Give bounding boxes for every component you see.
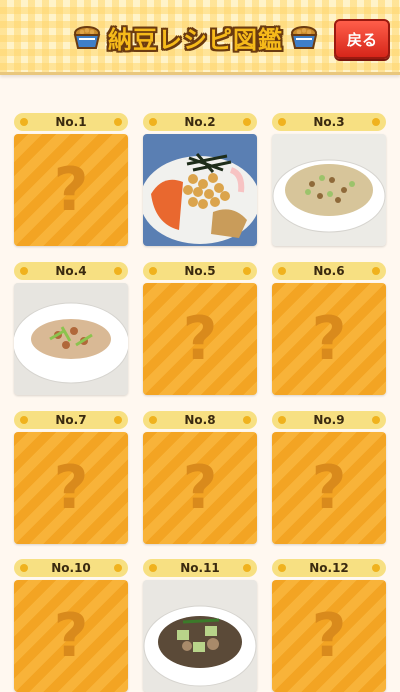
locked-tile[interactable]: ? <box>272 580 386 692</box>
question-mark-icon: ? <box>311 304 347 374</box>
locked-tile[interactable]: ? <box>14 134 128 246</box>
back-button[interactable]: 戻る <box>334 19 390 59</box>
header-bar: 納豆レシピ図鑑 戻る <box>0 0 400 75</box>
recipe-number-label: No.8 <box>143 411 257 429</box>
question-mark-icon: ? <box>182 453 218 523</box>
title-group: 納豆レシピ図鑑 <box>72 17 319 57</box>
locked-tile[interactable]: ? <box>14 580 128 692</box>
recipe-number-label: No.6 <box>272 262 386 280</box>
natto-bowl-icon <box>73 26 101 49</box>
locked-tile[interactable]: ? <box>14 432 128 544</box>
recipe-number-label: No.7 <box>14 411 128 429</box>
recipe-photo[interactable] <box>143 580 257 692</box>
question-mark-icon: ? <box>53 453 89 523</box>
recipe-photo[interactable] <box>143 134 257 246</box>
recipe-number-label: No.4 <box>14 262 128 280</box>
natto-bowl-icon <box>290 26 318 49</box>
question-mark-icon: ? <box>53 601 89 671</box>
question-mark-icon: ? <box>53 155 89 225</box>
locked-tile[interactable]: ? <box>272 432 386 544</box>
recipe-number-label: No.12 <box>272 559 386 577</box>
recipe-photo[interactable] <box>272 134 386 246</box>
locked-tile[interactable]: ? <box>143 432 257 544</box>
question-mark-icon: ? <box>311 601 347 671</box>
recipe-number-label: No.1 <box>14 113 128 131</box>
recipe-number-label: No.3 <box>272 113 386 131</box>
recipe-number-label: No.9 <box>272 411 386 429</box>
question-mark-icon: ? <box>311 453 347 523</box>
page-title: 納豆レシピ図鑑 <box>108 25 283 54</box>
recipe-number-label: No.10 <box>14 559 128 577</box>
recipe-number-label: No.11 <box>143 559 257 577</box>
locked-tile[interactable]: ? <box>143 283 257 395</box>
locked-tile[interactable]: ? <box>272 283 386 395</box>
question-mark-icon: ? <box>182 304 218 374</box>
recipe-photo[interactable] <box>14 283 128 395</box>
recipe-number-label: No.2 <box>143 113 257 131</box>
recipe-number-label: No.5 <box>143 262 257 280</box>
